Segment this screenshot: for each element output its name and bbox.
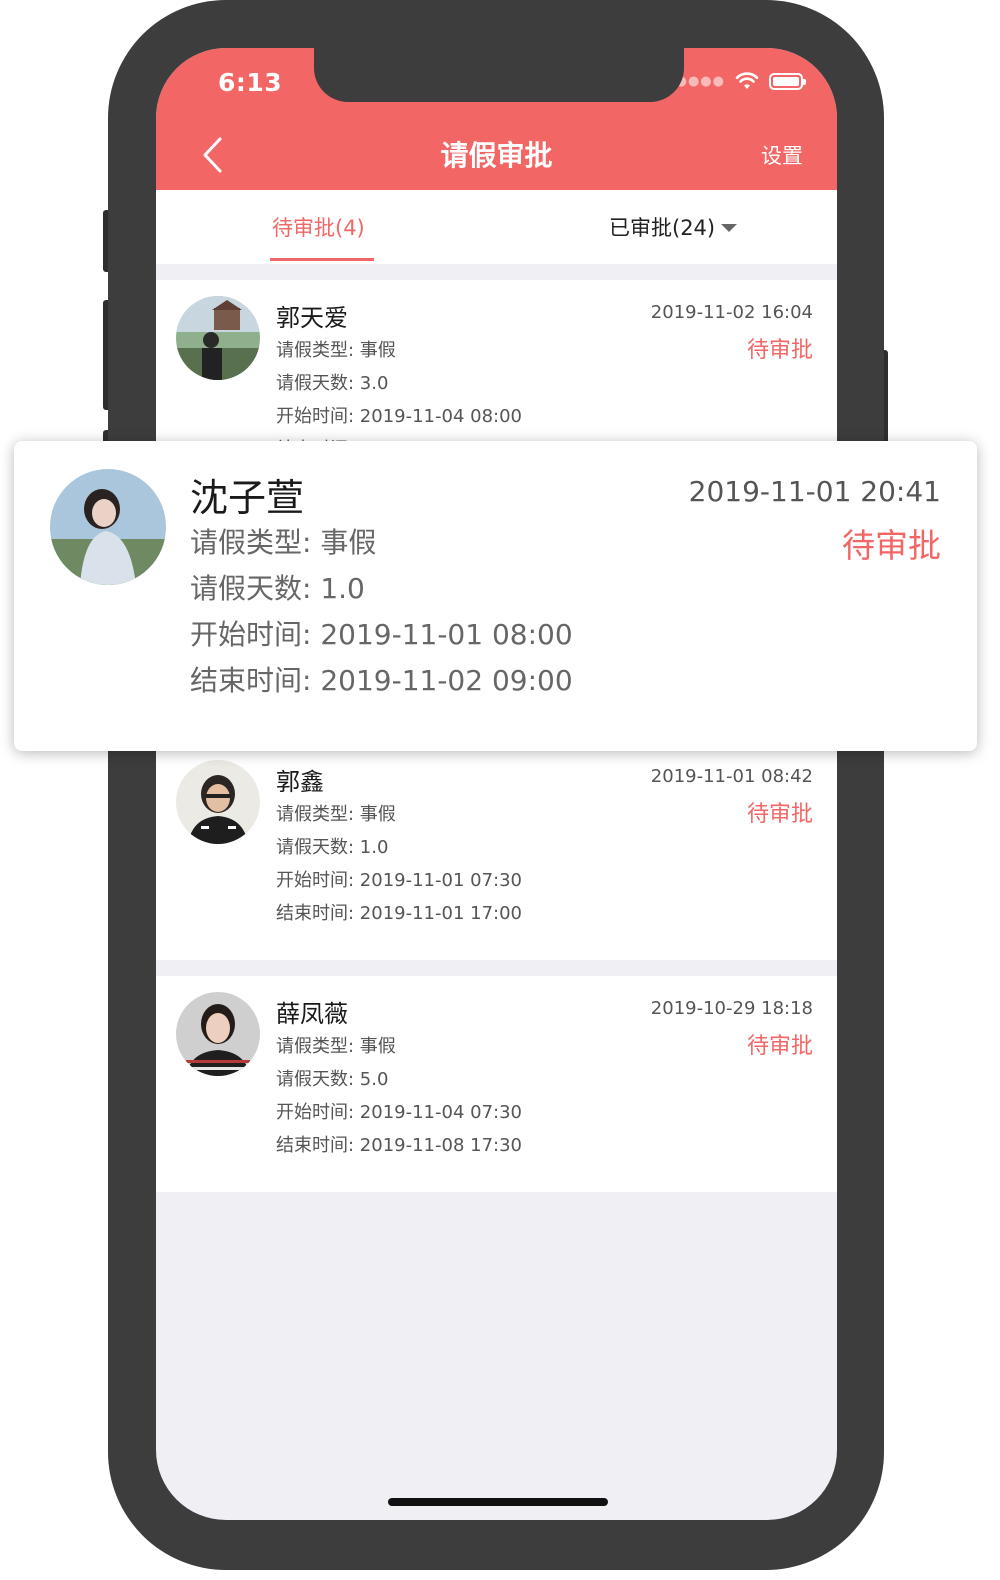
tab-approved-label: 已审批(24) bbox=[609, 216, 716, 240]
mockup-stage: 6:13 ●●●● 请假审批 设置 待审批(4) 已审批(24) 郭天爱 201… bbox=[0, 0, 1000, 1580]
leave-type: 请假类型: 事假 bbox=[190, 526, 377, 559]
status-badge: 待审批 bbox=[746, 338, 813, 363]
leave-request-item[interactable]: 郭鑫 2019-11-01 08:42 待审批 请假类型: 事假 请假天数: 1… bbox=[156, 744, 837, 960]
avatar bbox=[50, 469, 166, 585]
wifi-icon bbox=[735, 72, 759, 89]
submit-time: 2019-10-29 18:18 bbox=[650, 998, 813, 1019]
phone-screen: 6:13 ●●●● 请假审批 设置 待审批(4) 已审批(24) 郭天爱 201… bbox=[156, 48, 837, 1520]
leave-end: 结束时间: 2019-11-01 17:00 bbox=[276, 903, 522, 924]
leave-start: 开始时间: 2019-11-01 08:00 bbox=[190, 618, 573, 651]
leave-type: 请假类型: 事假 bbox=[276, 340, 396, 361]
leave-type: 请假类型: 事假 bbox=[276, 1036, 396, 1057]
leave-type: 请假类型: 事假 bbox=[276, 804, 396, 825]
submit-time: 2019-11-01 08:42 bbox=[650, 766, 813, 787]
applicant-name: 郭鑫 bbox=[276, 768, 324, 796]
status-badge: 待审批 bbox=[746, 802, 813, 827]
avatar bbox=[176, 992, 260, 1076]
status-badge: 待审批 bbox=[842, 526, 941, 565]
leave-days: 请假天数: 5.0 bbox=[276, 1069, 389, 1090]
avatar bbox=[176, 760, 260, 844]
dropdown-caret-icon bbox=[721, 224, 738, 232]
submit-time: 2019-11-01 20:41 bbox=[688, 475, 941, 508]
leave-days: 请假天数: 1.0 bbox=[276, 837, 389, 858]
applicant-name: 郭天爱 bbox=[276, 304, 348, 332]
submit-time: 2019-11-02 16:04 bbox=[650, 302, 813, 323]
tab-pending[interactable]: 待审批(4) bbox=[272, 212, 365, 242]
active-tab-indicator bbox=[270, 258, 374, 261]
status-time: 6:13 bbox=[218, 68, 283, 97]
leave-end: 结束时间: 2019-11-08 17:30 bbox=[276, 1135, 522, 1156]
status-badge: 待审批 bbox=[746, 1034, 813, 1059]
tab-approved[interactable]: 已审批(24) bbox=[609, 212, 738, 242]
page-title: 请假审批 bbox=[440, 139, 553, 172]
leave-days: 请假天数: 1.0 bbox=[190, 572, 365, 605]
applicant-name: 薛凤薇 bbox=[276, 1000, 348, 1028]
settings-button[interactable]: 设置 bbox=[761, 140, 803, 170]
leave-end: 结束时间: 2019-11-02 09:00 bbox=[190, 664, 573, 697]
status-icons: ●●●● bbox=[676, 72, 806, 90]
leave-days: 请假天数: 3.0 bbox=[276, 373, 389, 394]
applicant-name: 沈子萱 bbox=[190, 476, 305, 520]
battery-icon bbox=[769, 72, 806, 90]
phone-notch bbox=[314, 48, 684, 102]
home-indicator bbox=[388, 1498, 608, 1506]
leave-start: 开始时间: 2019-11-04 08:00 bbox=[276, 406, 522, 427]
leave-start: 开始时间: 2019-11-01 07:30 bbox=[276, 870, 522, 891]
leave-request-item[interactable]: 薛凤薇 2019-10-29 18:18 待审批 请假类型: 事假 请假天数: … bbox=[156, 976, 837, 1192]
highlighted-leave-request[interactable]: 沈子萱 2019-11-01 20:41 待审批 请假类型: 事假 请假天数: … bbox=[14, 441, 977, 751]
leave-start: 开始时间: 2019-11-04 07:30 bbox=[276, 1102, 522, 1123]
tab-bar: 待审批(4) 已审批(24) bbox=[156, 190, 837, 264]
avatar bbox=[176, 296, 260, 380]
